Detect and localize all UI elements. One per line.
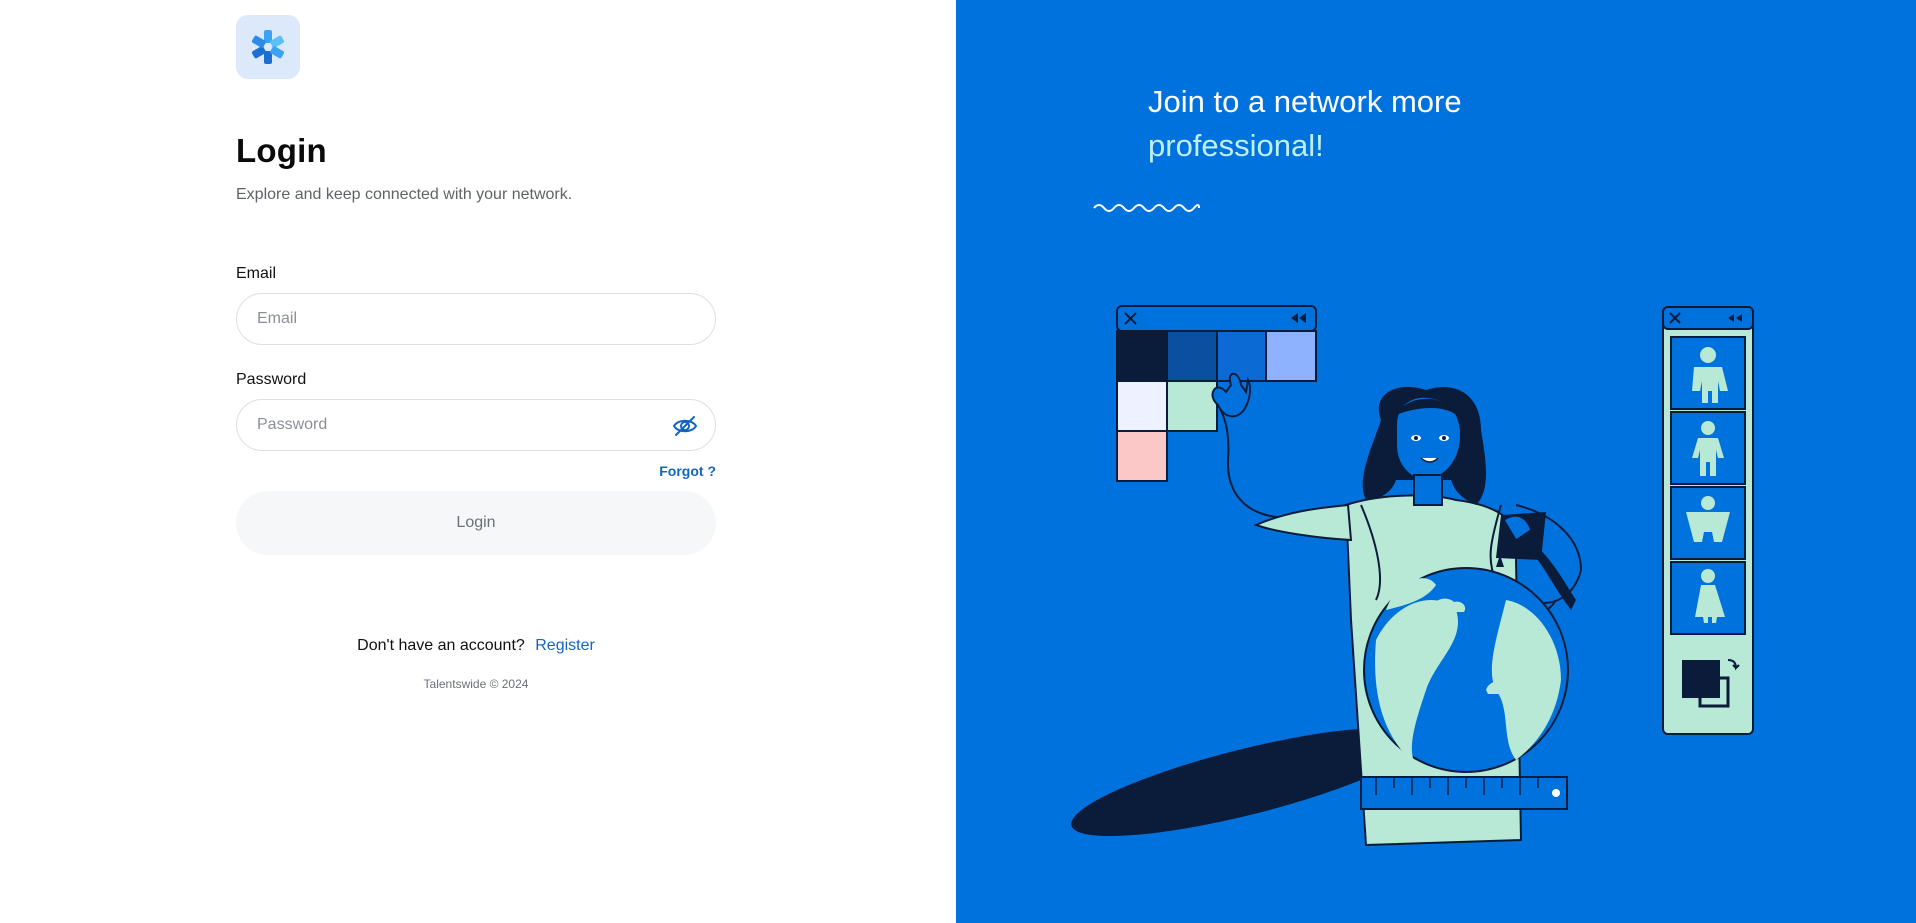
promo-panel: Join to a network more professional! [956,0,1916,923]
register-link[interactable]: Register [535,637,595,654]
page-title: Login [236,132,327,169]
figure-tools-window [1662,306,1754,735]
password-label: Password [236,371,307,388]
register-prompt: Don't have an account? Register [236,637,716,655]
page-subtitle: Explore and keep connected with your net… [236,186,573,203]
network-illustration [1071,305,1754,847]
eye-off-icon[interactable] [672,415,698,437]
no-account-text: Don't have an account? [357,637,525,654]
email-field[interactable] [236,293,716,345]
snowflake-logo-icon [252,30,284,64]
copyright-footer: Talentswide © 2024 [423,677,529,691]
login-button[interactable]: Login [236,491,716,555]
login-panel: Login Explore and keep connected with yo… [0,0,956,923]
password-field[interactable] [236,399,716,451]
email-label: Email [236,265,277,282]
forgot-password-link[interactable]: Forgot ? [636,463,716,479]
app-logo [236,15,300,79]
